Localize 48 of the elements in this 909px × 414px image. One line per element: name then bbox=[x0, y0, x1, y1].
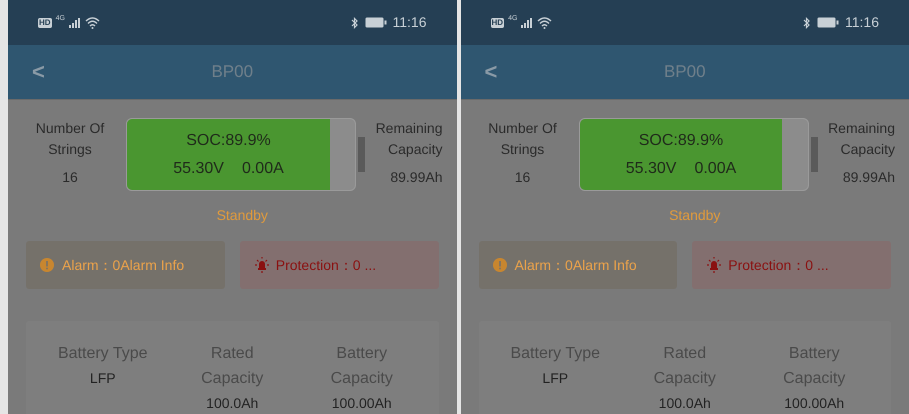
clock-time: 11:16 bbox=[845, 13, 879, 32]
status-text: Standby bbox=[669, 206, 720, 225]
alert-light-icon bbox=[254, 257, 270, 273]
signal-icon bbox=[68, 18, 81, 28]
alert-light-icon bbox=[706, 257, 722, 273]
bluetooth-icon bbox=[803, 16, 811, 28]
wifi-icon bbox=[537, 16, 552, 28]
page-title: BP00 bbox=[664, 61, 706, 84]
battery-icon bbox=[817, 17, 839, 28]
info-value: 100.0Ah bbox=[658, 394, 711, 413]
remaining-label: Remaining Capacity bbox=[827, 119, 895, 159]
page-title: BP00 bbox=[211, 61, 254, 84]
info-value: LFP bbox=[542, 369, 568, 388]
remaining-value: 89.99Ah bbox=[842, 168, 895, 187]
current-reading: 0.00A bbox=[242, 158, 284, 178]
remaining-label: Remaining Capacity bbox=[374, 119, 442, 159]
strings-value: 16 bbox=[62, 168, 78, 187]
clock-time: 11:16 bbox=[392, 13, 426, 32]
hd-icon: HD bbox=[38, 18, 52, 28]
back-button[interactable]: < bbox=[32, 61, 45, 83]
signal-icon bbox=[521, 18, 534, 28]
current-reading: 0.00A bbox=[694, 158, 736, 178]
soc-reading: SOC:89.9% bbox=[186, 130, 271, 150]
battery-terminal bbox=[358, 137, 365, 172]
wifi-icon bbox=[84, 16, 100, 28]
status-text: Standby bbox=[216, 206, 268, 225]
voltage-reading: 55.30V bbox=[173, 158, 224, 178]
alarm-text: Alarm：0Alarm Info bbox=[62, 256, 184, 274]
alarm-text: Alarm：0Alarm Info bbox=[514, 256, 637, 274]
voltage-reading: 55.30V bbox=[626, 158, 676, 178]
info-value: 100.00Ah bbox=[332, 394, 392, 413]
back-button[interactable]: < bbox=[484, 61, 498, 83]
hd-icon: HD bbox=[490, 18, 504, 28]
remaining-value: 89.99Ah bbox=[390, 168, 442, 187]
bluetooth-icon bbox=[350, 16, 358, 28]
strings-label: Number Of Strings bbox=[487, 119, 558, 159]
warning-icon bbox=[40, 258, 54, 272]
protection-text: Protection：0 ... bbox=[728, 256, 829, 274]
strings-value: 16 bbox=[514, 168, 530, 187]
protection-text: Protection：0 ... bbox=[276, 256, 376, 274]
warning-icon bbox=[492, 258, 506, 272]
info-value: 100.00Ah bbox=[784, 394, 844, 413]
battery-icon bbox=[364, 17, 386, 28]
strings-label: Number Of Strings bbox=[34, 119, 106, 159]
info-value: 100.0Ah bbox=[206, 394, 258, 413]
soc-reading: SOC:89.9% bbox=[638, 130, 724, 150]
info-value: LFP bbox=[90, 369, 116, 388]
battery-terminal bbox=[810, 137, 818, 172]
